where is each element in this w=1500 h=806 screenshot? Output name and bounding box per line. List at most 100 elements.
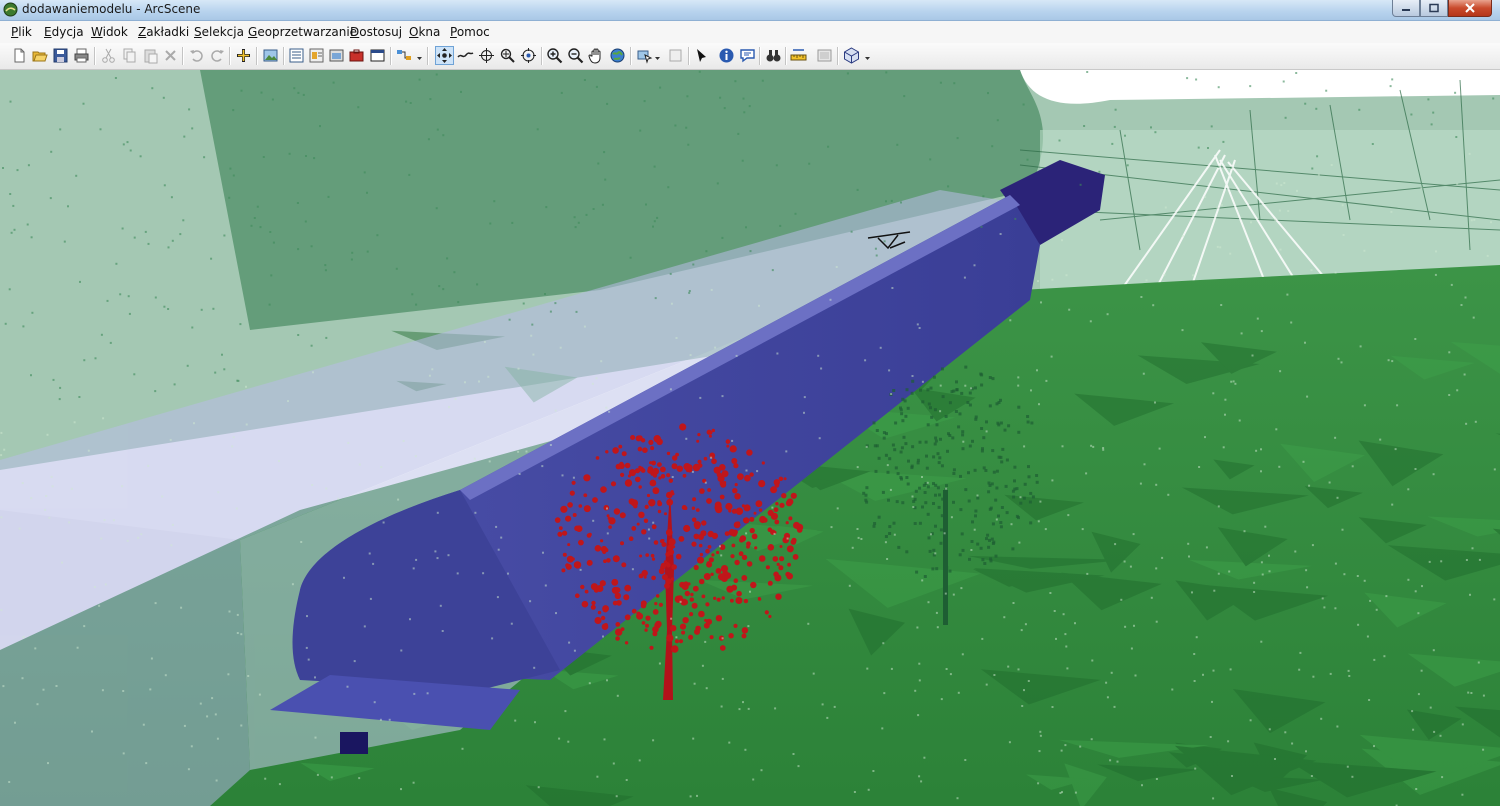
lidar-point [1105,681,1108,684]
3d-effects-icon[interactable] [843,47,860,64]
lidar-point [1152,304,1155,307]
catalog-icon[interactable] [328,47,345,64]
lidar-point [592,519,595,522]
model-builder-icon[interactable] [396,47,413,64]
red-tree-leaf [638,485,642,489]
lidar-point [704,640,707,643]
undo-icon[interactable] [188,47,205,64]
table-of-contents-icon[interactable] [308,47,325,64]
lidar-point [1188,555,1190,558]
red-tree-leaf [743,598,749,604]
lidar-point [1098,170,1101,173]
measure-icon[interactable] [790,47,807,64]
open-icon[interactable] [31,47,48,64]
lidar-point [652,521,655,524]
cut-icon[interactable] [100,47,117,64]
html-popup-icon[interactable] [739,47,756,64]
print-icon[interactable] [73,47,90,64]
paste-icon[interactable] [142,47,159,64]
chevron-down-icon[interactable] [416,49,423,63]
center-target-icon[interactable] [478,47,495,64]
red-tree-leaf [691,517,697,523]
lidar-point [1411,710,1414,713]
add-layer-icon[interactable] [262,47,279,64]
pan-icon[interactable] [588,47,605,64]
lidar-point [987,92,989,95]
lidar-point [78,396,81,398]
lidar-point [1390,210,1393,213]
python-window-icon[interactable] [369,47,386,64]
add-data-icon[interactable] [235,47,252,64]
menu-plik[interactable]: Plik [11,25,32,39]
menu-widok[interactable]: Widok [91,25,128,39]
redo-icon[interactable] [209,47,226,64]
identify-icon[interactable] [718,47,735,64]
new-icon[interactable] [11,47,28,64]
lidar-point [943,532,946,535]
animation-icon[interactable] [816,47,833,64]
menu-geoprzetwarzanie[interactable]: Geoprzetwarzanie [248,25,357,39]
lidar-point [415,303,418,306]
menu-edycja[interactable]: Edycja [44,25,84,39]
copy-icon[interactable] [121,47,138,64]
zoom-in-icon[interactable] [546,47,563,64]
select-features-icon[interactable] [636,47,653,64]
lidar-point [8,781,11,783]
scene-canvas[interactable] [0,70,1500,806]
lidar-point [150,657,153,660]
full-extent-icon[interactable] [609,47,626,64]
lidar-point [483,340,486,343]
minimize-button[interactable] [1392,0,1420,17]
red-tree-leaf [575,525,583,532]
red-tree-leaf [660,562,667,569]
zoom-out-icon[interactable] [567,47,584,64]
tree-point [887,498,890,502]
lidar-point [510,622,513,625]
red-tree-leaf [719,494,725,500]
toolbox-icon[interactable] [348,47,365,64]
menu-dostosuj[interactable]: Dostosuj [350,25,402,39]
maximize-button[interactable] [1420,0,1448,17]
tree-point [940,464,944,468]
tree-point [958,553,962,557]
menu-pomoc[interactable]: Pomoc [450,25,490,39]
lidar-point [1124,134,1126,137]
find-icon[interactable] [765,47,782,64]
tree-point [974,514,977,518]
menu-selekcja[interactable]: Selekcja [194,25,244,39]
red-tree-leaf [565,563,572,570]
chevron-down-icon[interactable] [654,49,661,63]
lidar-point [193,422,195,425]
tree-point [995,486,999,490]
menu-zakladki[interactable]: Zakładki [138,25,189,39]
menu-okna[interactable]: Okna [409,25,440,39]
select-elements-icon[interactable] [693,47,710,64]
lidar-point [1389,85,1392,88]
lidar-point [1102,448,1105,451]
lidar-point [1420,669,1423,672]
fly-icon[interactable] [457,47,474,64]
lidar-point [22,325,25,328]
zoom-to-target-icon[interactable] [499,47,516,64]
navigate-icon[interactable] [435,46,454,65]
lidar-point [602,635,604,638]
red-tree-leaf [761,461,765,465]
close-button[interactable] [1448,0,1492,17]
clear-selection-icon[interactable] [667,47,684,64]
tree-point [940,367,944,371]
tree-point [987,545,991,549]
lidar-point [1456,182,1459,185]
lidar-point [346,685,349,688]
red-tree-leaf [758,555,766,562]
set-observer-icon[interactable] [520,47,537,64]
scene-properties-icon[interactable] [288,47,305,64]
chevron-down-icon[interactable] [864,49,871,63]
save-icon[interactable] [52,47,69,64]
lidar-point [1342,234,1345,236]
delete-icon[interactable] [162,47,179,64]
lidar-point [1207,147,1209,149]
lidar-point [679,600,682,603]
tree-point [1029,521,1033,525]
tree-point [1022,496,1026,500]
scene-viewer[interactable] [0,70,1500,806]
